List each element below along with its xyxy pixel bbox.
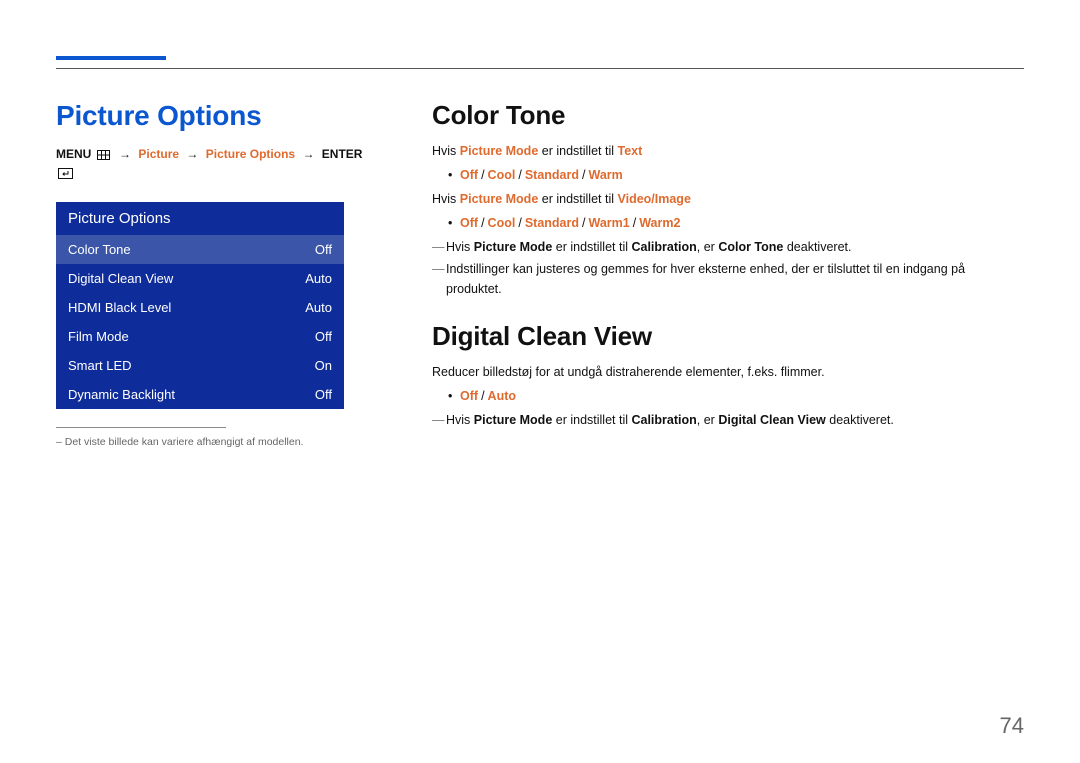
text-bold: Picture Mode	[474, 413, 553, 427]
options-list: Off/Auto	[432, 386, 1024, 406]
list-item: Off/Cool/Standard/Warm1/Warm2	[432, 213, 1024, 233]
text: , er	[697, 240, 719, 254]
osd-row-value: Off	[315, 387, 332, 402]
text-bold: Calibration	[631, 413, 696, 427]
text: er indstillet til	[552, 240, 631, 254]
osd-row-digital-clean-view[interactable]: Digital Clean View Auto	[56, 264, 344, 293]
text-bold: Calibration	[631, 240, 696, 254]
text: er indstillet til	[538, 192, 617, 206]
text: deaktiveret.	[826, 413, 894, 427]
section-heading-left: Picture Options	[56, 100, 376, 132]
breadcrumb-menu: MENU	[56, 147, 91, 161]
breadcrumb-item: Picture	[138, 147, 179, 161]
osd-row-value: Off	[315, 242, 332, 257]
text: er indstillet til	[538, 144, 617, 158]
page: Picture Options MENU → Picture → Picture…	[0, 0, 1080, 763]
text: Hvis	[446, 240, 474, 254]
osd-row-label: Color Tone	[68, 242, 131, 257]
option: Warm2	[639, 216, 680, 230]
header-rule	[56, 68, 1024, 69]
right-column: Color Tone Hvis Picture Mode er indstill…	[432, 100, 1024, 448]
osd-row-value: On	[315, 358, 332, 373]
breadcrumb-item: Picture Options	[206, 147, 295, 161]
subsection-heading-color-tone: Color Tone	[432, 100, 1024, 131]
osd-row-hdmi-black-level[interactable]: HDMI Black Level Auto	[56, 293, 344, 322]
text-accent: Picture Mode	[460, 144, 539, 158]
osd-row-color-tone[interactable]: Color Tone Off	[56, 235, 344, 264]
arrow-icon: →	[119, 147, 131, 161]
body-text: Hvis Picture Mode er indstillet til Text	[432, 141, 1024, 161]
osd-row-value: Off	[315, 329, 332, 344]
footnote-rule	[56, 427, 226, 428]
text: Hvis	[432, 144, 460, 158]
option: Off	[460, 168, 478, 182]
osd-row-value: Auto	[305, 300, 332, 315]
osd-row-label: Film Mode	[68, 329, 129, 344]
text-bold: Color Tone	[718, 240, 783, 254]
option: Standard	[525, 216, 579, 230]
list-item: Off/Cool/Standard/Warm	[432, 165, 1024, 185]
page-number: 74	[1000, 713, 1024, 739]
note-text: Hvis Picture Mode er indstillet til Cali…	[432, 237, 1024, 257]
osd-title: Picture Options	[56, 202, 344, 235]
note-text: Hvis Picture Mode er indstillet til Cali…	[432, 410, 1024, 430]
osd-row-value: Auto	[305, 271, 332, 286]
option: Auto	[488, 389, 516, 403]
text-accent: Text	[617, 144, 642, 158]
osd-row-dynamic-backlight[interactable]: Dynamic Backlight Off	[56, 380, 344, 409]
option: Warm	[588, 168, 622, 182]
osd-row-film-mode[interactable]: Film Mode Off	[56, 322, 344, 351]
footnote: – Det viste billede kan variere afhængig…	[56, 436, 376, 448]
options-list: Off/Cool/Standard/Warm	[432, 165, 1024, 185]
options-list: Off/Cool/Standard/Warm1/Warm2	[432, 213, 1024, 233]
osd-row-label: Dynamic Backlight	[68, 387, 175, 402]
osd-panel: Picture Options Color Tone Off Digital C…	[56, 202, 344, 409]
text-accent: Video/Image	[617, 192, 690, 206]
osd-row-smart-led[interactable]: Smart LED On	[56, 351, 344, 380]
text: deaktiveret.	[783, 240, 851, 254]
text: , er	[697, 413, 719, 427]
breadcrumb: MENU → Picture → Picture Options → ENTER	[56, 146, 376, 184]
text: Hvis	[446, 413, 474, 427]
header-accent-bar	[56, 56, 166, 60]
option: Cool	[488, 168, 516, 182]
text: Hvis	[432, 192, 460, 206]
option: Warm1	[588, 216, 629, 230]
enter-icon	[58, 167, 73, 184]
text: er indstillet til	[552, 413, 631, 427]
subsection-heading-dcv: Digital Clean View	[432, 321, 1024, 352]
list-item: Off/Auto	[432, 386, 1024, 406]
osd-row-label: Smart LED	[68, 358, 132, 373]
option: Off	[460, 216, 478, 230]
menu-grid-icon	[97, 148, 110, 165]
text-accent: Picture Mode	[460, 192, 539, 206]
option: Standard	[525, 168, 579, 182]
body-text: Reducer billedstøj for at undgå distrahe…	[432, 362, 1024, 382]
left-column: Picture Options MENU → Picture → Picture…	[56, 100, 376, 448]
text-bold: Digital Clean View	[718, 413, 825, 427]
osd-row-label: Digital Clean View	[68, 271, 173, 286]
note-text: Indstillinger kan justeres og gemmes for…	[432, 259, 1024, 299]
option: Cool	[488, 216, 516, 230]
breadcrumb-enter: ENTER	[322, 147, 363, 161]
arrow-icon: →	[186, 147, 198, 161]
osd-row-label: HDMI Black Level	[68, 300, 171, 315]
body-text: Hvis Picture Mode er indstillet til Vide…	[432, 189, 1024, 209]
option: Off	[460, 389, 478, 403]
two-column-layout: Picture Options MENU → Picture → Picture…	[56, 100, 1024, 448]
arrow-icon: →	[302, 147, 314, 161]
text-bold: Picture Mode	[474, 240, 553, 254]
